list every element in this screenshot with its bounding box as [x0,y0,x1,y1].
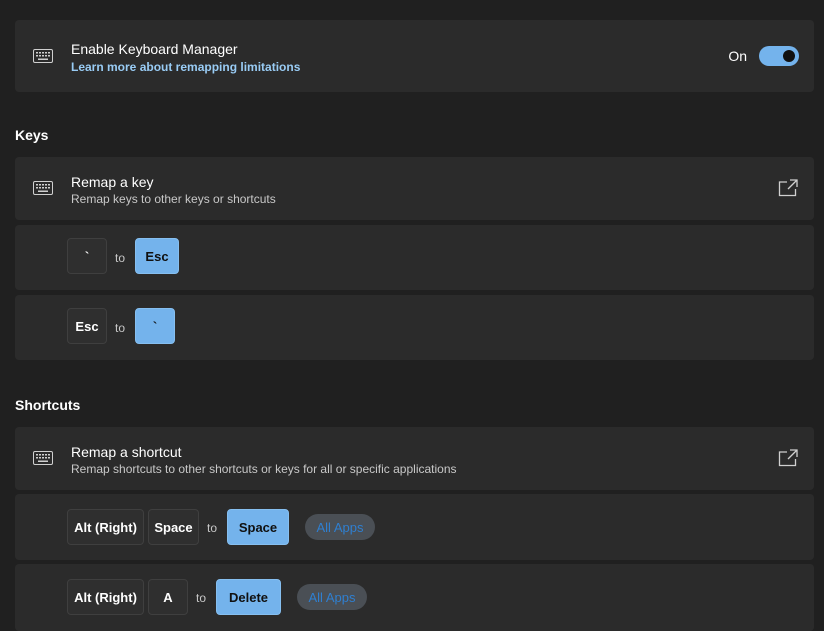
toggle-knob [783,50,795,62]
remap-key-subtitle: Remap keys to other keys or shortcuts [71,192,276,206]
to-label: to [115,321,126,335]
to-label: to [115,251,126,265]
remap-shortcut-title: Remap a shortcut [71,444,182,460]
open-external-icon[interactable] [778,179,798,197]
remap-key-card[interactable]: Remap a key Remap keys to other keys or … [15,157,814,220]
from-key: Alt (Right) [67,579,144,615]
keyboard-icon [33,49,53,63]
shortcuts-section-header: Shortcuts [15,397,81,413]
keyboard-icon [33,451,53,465]
shortcut-remap-row: Alt (Right) Space to Space All Apps [15,494,814,560]
remap-key-title: Remap a key [71,174,154,190]
learn-more-link[interactable]: Learn more about remapping limitations [71,60,300,74]
to-label: to [207,521,218,535]
keys-section-header: Keys [15,127,49,143]
remap-shortcut-card[interactable]: Remap a shortcut Remap shortcuts to othe… [15,427,814,490]
enable-keyboard-manager-card: Enable Keyboard Manager Learn more about… [15,20,814,92]
target-apps-badge: All Apps [297,584,367,610]
to-key: Delete [216,579,281,615]
remap-shortcut-subtitle: Remap shortcuts to other shortcuts or ke… [71,462,457,476]
from-key: Esc [67,308,107,344]
from-key: Space [148,509,199,545]
key-remap-row: Esc to ` [15,295,814,360]
open-external-icon[interactable] [778,449,798,467]
toggle-state-label: On [728,48,747,64]
target-apps-badge: All Apps [305,514,375,540]
from-key: ` [67,238,107,274]
to-key: ` [135,308,175,344]
enable-title: Enable Keyboard Manager [71,41,238,57]
enable-toggle[interactable] [759,46,799,66]
from-key: A [148,579,188,615]
to-key: Esc [135,238,179,274]
from-key: Alt (Right) [67,509,144,545]
shortcut-remap-row: Alt (Right) A to Delete All Apps [15,564,814,631]
key-remap-row: ` to Esc [15,225,814,290]
to-label: to [196,591,207,605]
keyboard-icon [33,181,53,195]
to-key: Space [227,509,289,545]
